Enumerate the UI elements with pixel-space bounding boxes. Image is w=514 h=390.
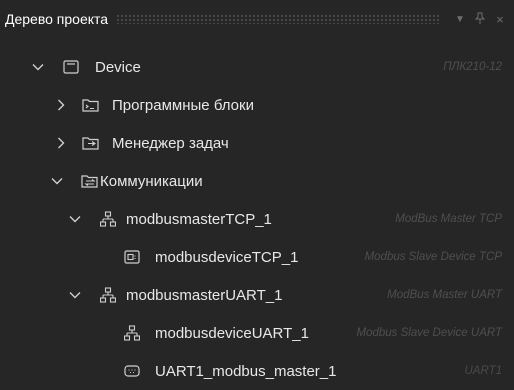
panel-drag-grip[interactable] (116, 14, 440, 24)
chevron-right-icon[interactable] (52, 96, 70, 114)
chevron-down-icon[interactable] (66, 210, 84, 228)
network-icon (99, 286, 117, 304)
serial-port-icon (123, 362, 141, 380)
tree-item-label: Device (95, 58, 141, 76)
tree-item-modbus-device-uart[interactable]: modbusdeviceUART_1 Modbus Slave Device U… (0, 314, 514, 352)
tree-item-device[interactable]: Device ПЛК210-12 (0, 48, 514, 86)
panel-header: Дерево проекта ▼ × (0, 0, 514, 38)
slave-device-icon (123, 248, 141, 266)
tree-item-label: modbusmasterTCP_1 (126, 210, 272, 228)
tree-item-communications[interactable]: Коммуникации (0, 162, 514, 200)
tree-item-description: Modbus Slave Device UART (356, 327, 502, 339)
tree-item-label: modbusdeviceUART_1 (155, 324, 309, 342)
tree-item-modbus-master-tcp[interactable]: modbusmasterTCP_1 ModBus Master TCP (0, 200, 514, 238)
tree-item-uart-port[interactable]: UART1_modbus_master_1 UART1 (0, 352, 514, 390)
tree-item-modbus-device-tcp[interactable]: modbusdeviceTCP_1 Modbus Slave Device TC… (0, 238, 514, 276)
tree-item-modbus-master-uart[interactable]: modbusmasterUART_1 ModBus Master UART (0, 276, 514, 314)
close-panel-icon[interactable]: × (490, 12, 510, 27)
tree-item-description: Modbus Slave Device TCP (364, 251, 502, 263)
tree-item-description: ModBus Master UART (387, 289, 502, 301)
device-icon (62, 58, 80, 76)
panel-menu-icon[interactable]: ▼ (450, 14, 470, 25)
chevron-right-icon[interactable] (52, 134, 70, 152)
tree-item-task-manager[interactable]: Менеджер задач (0, 124, 514, 162)
chevron-down-icon[interactable] (66, 286, 84, 304)
tree-item-label: UART1_modbus_master_1 (155, 362, 337, 380)
project-tree-panel: Дерево проекта ▼ × Device ПЛК210-12 Прог… (0, 0, 514, 381)
chevron-down-icon[interactable] (29, 58, 47, 76)
program-blocks-icon (81, 96, 99, 114)
tree-item-description: UART1 (464, 365, 503, 377)
chevron-down-icon[interactable] (48, 172, 66, 190)
tree-item-label: modbusmasterUART_1 (126, 286, 283, 304)
tree-item-label: Коммуникации (100, 172, 203, 190)
project-tree: Device ПЛК210-12 Программные блоки Менед… (0, 48, 514, 390)
communications-icon (80, 172, 98, 190)
tree-item-description: ModBus Master TCP (395, 213, 502, 225)
tree-item-label: Менеджер задач (112, 134, 229, 152)
task-manager-icon (81, 134, 99, 152)
network-icon (99, 210, 117, 228)
panel-title: Дерево проекта (5, 11, 109, 27)
tree-item-label: modbusdeviceTCP_1 (155, 248, 299, 266)
tree-item-program-blocks[interactable]: Программные блоки (0, 86, 514, 124)
pin-icon[interactable] (470, 12, 490, 27)
tree-item-label: Программные блоки (112, 96, 254, 114)
tree-item-description: ПЛК210-12 (443, 61, 502, 73)
network-icon (123, 324, 141, 342)
